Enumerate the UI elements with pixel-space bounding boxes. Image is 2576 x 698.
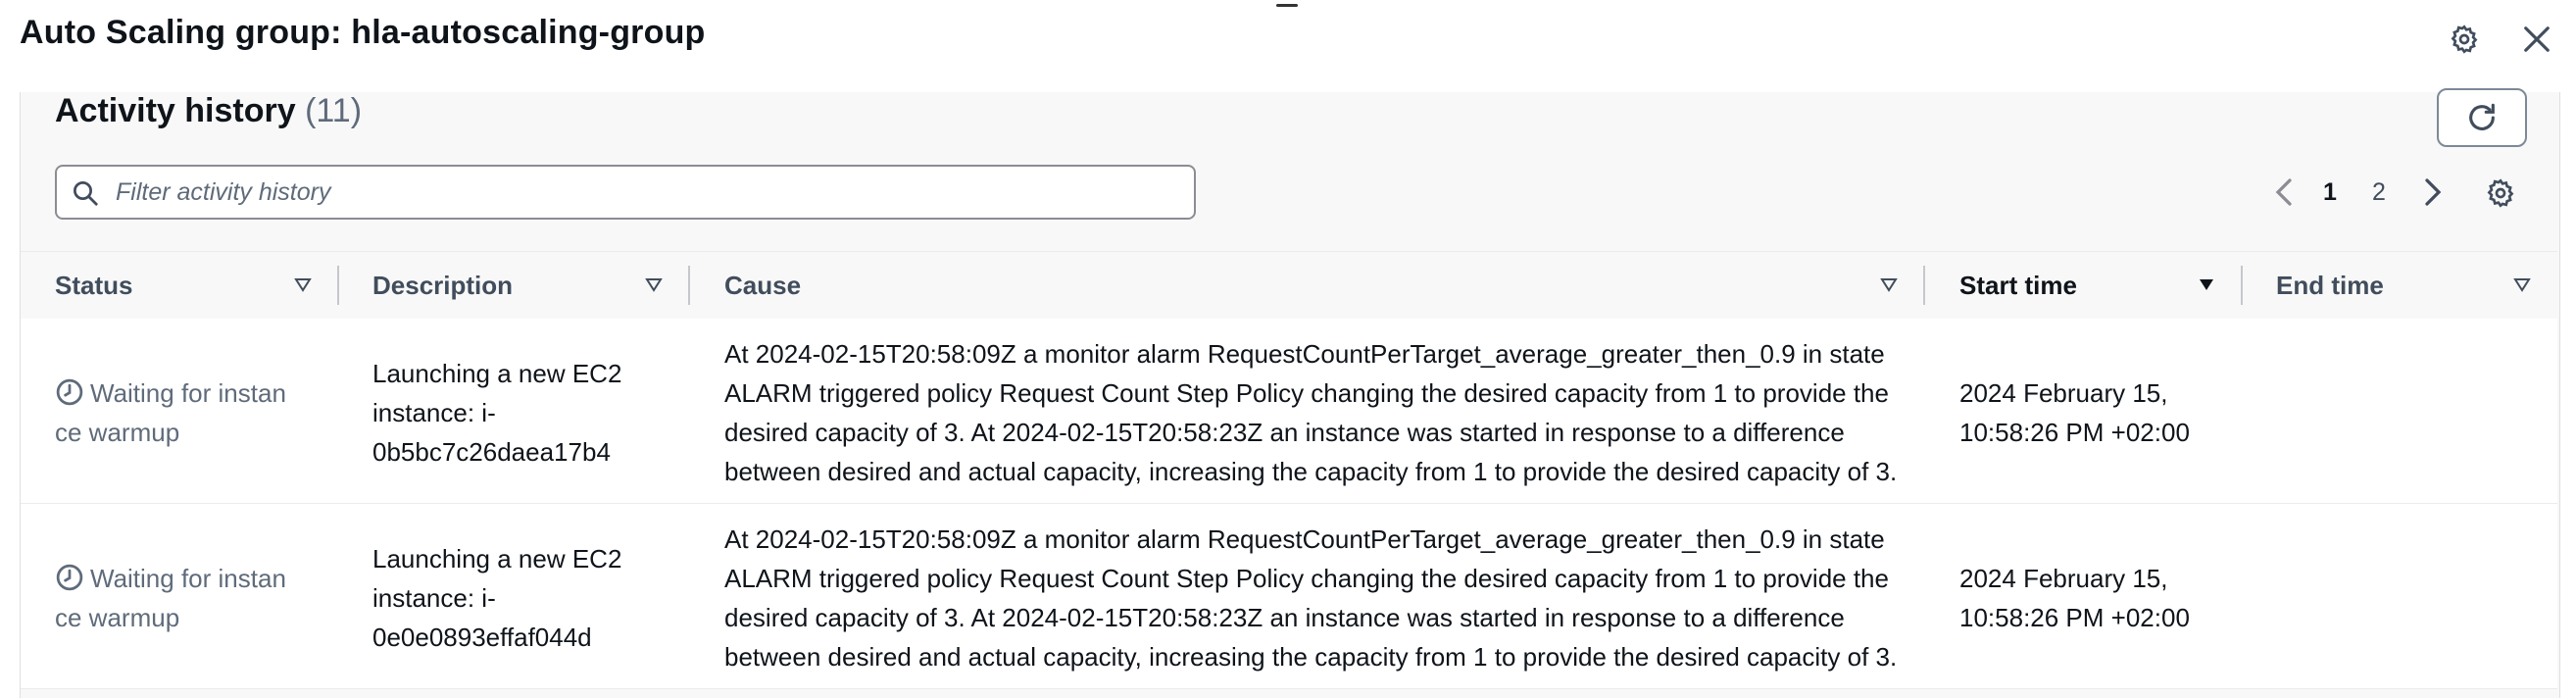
- page-1[interactable]: 1: [2323, 173, 2337, 212]
- page-2[interactable]: 2: [2372, 173, 2386, 212]
- refresh-icon: [2469, 103, 2495, 130]
- start-time-line2: 10:58:26 PM +02:00: [1959, 418, 2190, 447]
- section-title-text: Activity history: [55, 92, 296, 129]
- chevron-right-icon: [2425, 178, 2442, 206]
- search-icon: [74, 181, 98, 206]
- cause-line4: between desired and actual capacity, inc…: [724, 642, 1898, 672]
- table-row[interactable]: Waiting for instan ce warmup Launching a…: [21, 319, 2557, 504]
- cause-line4: between desired and actual capacity, inc…: [724, 457, 1898, 486]
- table-header: Status Description Cause Start time End …: [21, 251, 2557, 320]
- status-text-line2: ce warmup: [55, 418, 180, 447]
- start-time-line1: 2024 February 15,: [1959, 564, 2168, 593]
- prev-page-button[interactable]: [2272, 173, 2296, 212]
- gear-icon: [2487, 178, 2514, 208]
- description-line3: 0e0e0893effaf044d: [372, 623, 592, 652]
- table-preferences-button[interactable]: [2484, 176, 2517, 210]
- cause-line2: ALARM triggered policy Request Count Ste…: [724, 378, 1889, 408]
- section-title: Activity history (11): [55, 92, 362, 130]
- description-line2: instance: i-: [372, 583, 496, 613]
- start-time-line2: 10:58:26 PM +02:00: [1959, 603, 2190, 632]
- next-page-button[interactable]: [2421, 173, 2445, 212]
- gear-icon: [2451, 25, 2478, 54]
- drag-handle[interactable]: [1276, 4, 1298, 7]
- close-icon: [2524, 26, 2550, 52]
- settings-button[interactable]: [2447, 22, 2482, 57]
- description-line1: Launching a new EC2: [372, 359, 622, 388]
- column-divider[interactable]: [688, 266, 690, 305]
- section-count: (11): [305, 92, 363, 129]
- status-text-line2: ce warmup: [55, 603, 180, 632]
- refresh-button[interactable]: [2437, 88, 2527, 147]
- caret-down-icon[interactable]: [2512, 275, 2532, 295]
- clock-icon: [56, 564, 83, 591]
- column-header-end-time[interactable]: End time: [2276, 252, 2384, 319]
- column-header-status[interactable]: Status: [55, 252, 132, 319]
- column-divider[interactable]: [337, 266, 339, 305]
- description-line3: 0b5bc7c26daea17b4: [372, 437, 611, 467]
- page-title: Auto Scaling group: hla-autoscaling-grou…: [20, 14, 706, 51]
- column-divider[interactable]: [1923, 266, 1925, 305]
- table-row[interactable]: Waiting for instan ce warmup Launching a…: [21, 504, 2557, 689]
- caret-down-icon[interactable]: [644, 275, 664, 295]
- search-input[interactable]: [114, 176, 1176, 208]
- description-line2: instance: i-: [372, 398, 496, 427]
- cause-line3: desired capacity of 3. At 2024-02-15T20:…: [724, 418, 1845, 447]
- cause-line2: ALARM triggered policy Request Count Ste…: [724, 564, 1889, 593]
- caret-down-icon[interactable]: [293, 275, 313, 295]
- status-text-line1: Waiting for instan: [90, 378, 286, 408]
- description-line1: Launching a new EC2: [372, 544, 622, 573]
- caret-down-icon[interactable]: [2197, 275, 2216, 295]
- column-divider[interactable]: [2241, 266, 2243, 305]
- status-text-line1: Waiting for instan: [90, 564, 286, 593]
- column-header-cause[interactable]: Cause: [724, 252, 801, 319]
- search-field[interactable]: [55, 165, 1196, 220]
- start-time-line1: 2024 February 15,: [1959, 378, 2168, 408]
- cause-line3: desired capacity of 3. At 2024-02-15T20:…: [724, 603, 1845, 632]
- cause-line1: At 2024-02-15T20:58:09Z a monitor alarm …: [724, 524, 1885, 554]
- chevron-left-icon: [2275, 178, 2292, 206]
- column-header-description[interactable]: Description: [372, 252, 513, 319]
- caret-down-icon[interactable]: [1879, 275, 1899, 295]
- cause-line1: At 2024-02-15T20:58:09Z a monitor alarm …: [724, 339, 1885, 369]
- clock-icon: [56, 378, 83, 406]
- close-button[interactable]: [2517, 20, 2556, 59]
- column-header-start-time[interactable]: Start time: [1959, 252, 2077, 319]
